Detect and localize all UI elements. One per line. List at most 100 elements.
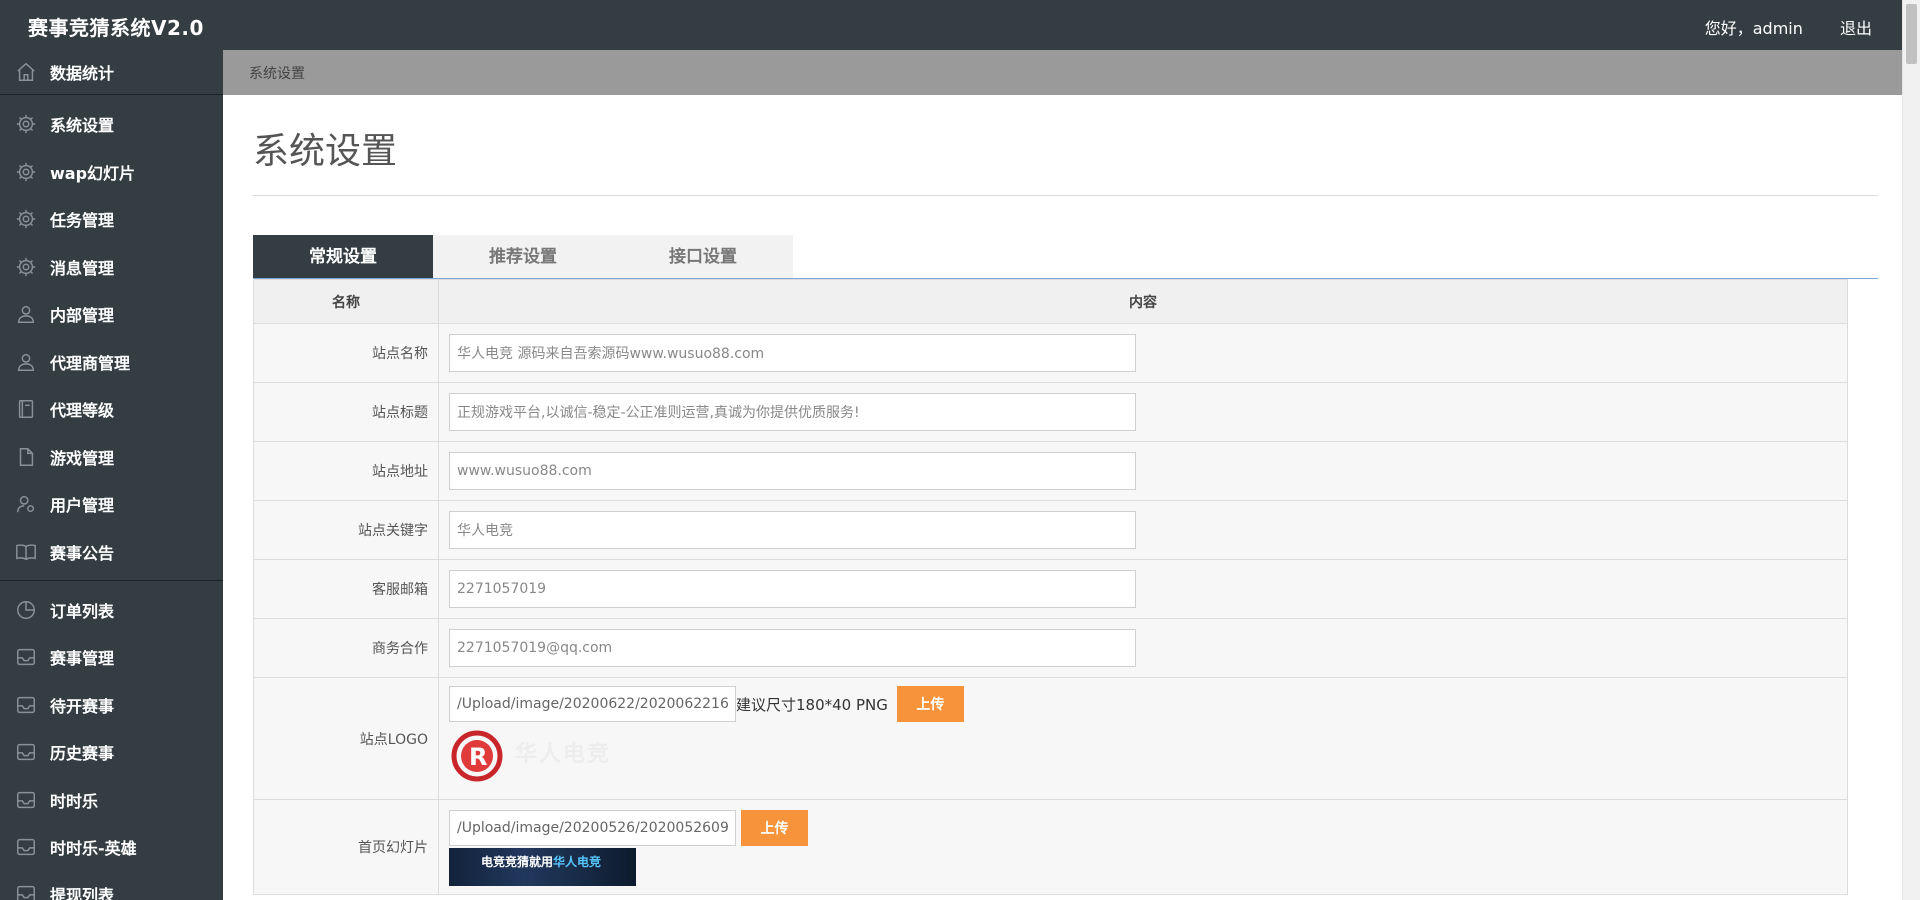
logo-preview-text: 华人电竞: [515, 742, 612, 767]
logo-emblem-icon: R: [451, 730, 503, 782]
sidebar-item-system-settings[interactable]: 系统设置: [0, 102, 223, 146]
tab-general-settings[interactable]: 常规设置: [253, 235, 433, 280]
site-title-input[interactable]: [449, 393, 1136, 431]
field-label-service-email: 客服邮箱: [253, 559, 439, 619]
file-icon: [14, 445, 38, 469]
table-header-row: 名称 内容: [253, 279, 1848, 324]
table-row: 站点关键字: [253, 500, 1848, 560]
app-title: 赛事竞猜系统V2.0: [28, 16, 204, 40]
inbox-icon: [14, 788, 38, 812]
user-area: 您好，admin 退出: [1673, 15, 1872, 39]
field-label-site-title: 站点标题: [253, 382, 439, 442]
column-header-content: 内容: [438, 279, 1848, 324]
sidebar-item-data-stats[interactable]: 数据统计: [0, 50, 223, 94]
sidebar-item-shishile[interactable]: 时时乐: [0, 778, 223, 822]
sidebar-item-upcoming-events[interactable]: 待开赛事: [0, 683, 223, 727]
sidebar-item-label: 订单列表: [50, 602, 115, 621]
sidebar-item-label: 代理等级: [50, 401, 115, 420]
tab-api-settings[interactable]: 接口设置: [613, 235, 793, 280]
slide-preview-text: 电竞竞猜就用: [481, 855, 554, 869]
site-name-input[interactable]: [449, 334, 1136, 372]
main-content: 系统设置 系统设置 常规设置 推荐设置 接口设置 名称 内容 站点名称 站点标题…: [223, 50, 1902, 900]
pie-chart-icon: [14, 598, 38, 622]
breadcrumb: 系统设置: [223, 50, 1902, 95]
sidebar-item-label: 游戏管理: [50, 449, 115, 468]
settings-table: 名称 内容 站点名称 站点标题 站点地址 站点关键字 客服邮箱 商务合作 站点L: [253, 279, 1848, 895]
logo-path-input[interactable]: [449, 686, 736, 722]
logo-upload-button[interactable]: 上传: [896, 686, 964, 722]
table-row: 站点地址: [253, 441, 1848, 501]
user-settings-icon: [14, 492, 38, 516]
column-header-name: 名称: [253, 279, 439, 324]
sidebar-item-user-management[interactable]: 用户管理: [0, 482, 223, 526]
sidebar-item-withdraw-list[interactable]: 提现列表: [0, 872, 223, 900]
business-input[interactable]: [449, 629, 1136, 667]
sidebar-item-label: 系统设置: [50, 116, 115, 135]
field-label-home-slide: 首页幻灯片: [253, 799, 439, 895]
table-row: 站点名称: [253, 323, 1848, 383]
sidebar-item-agent-management[interactable]: 代理商管理: [0, 340, 223, 384]
vertical-scrollbar[interactable]: [1902, 0, 1920, 900]
sidebar-item-wap-slides[interactable]: wap幻灯片: [0, 150, 223, 194]
sidebar-item-event-notices[interactable]: 赛事公告: [0, 530, 223, 574]
slide-upload-button[interactable]: 上传: [741, 810, 808, 846]
gear-icon: [14, 160, 38, 184]
sidebar-item-label: 时时乐-英雄: [50, 839, 137, 858]
sidebar-item-label: 任务管理: [50, 211, 115, 230]
book-icon: [14, 397, 38, 421]
sidebar: 数据统计 系统设置 wap幻灯片 任务管理 消息管理 内部管理 代理商管理 代理…: [0, 50, 223, 900]
inbox-icon: [14, 835, 38, 859]
gear-icon: [14, 112, 38, 136]
logo-preview: R 华人电竞: [449, 728, 639, 784]
sidebar-item-agent-levels[interactable]: 代理等级: [0, 387, 223, 431]
sidebar-item-label: 用户管理: [50, 496, 115, 515]
sidebar-item-history-events[interactable]: 历史赛事: [0, 730, 223, 774]
scrollbar-thumb[interactable]: [1906, 4, 1917, 64]
home-icon: [14, 60, 38, 84]
sidebar-item-shishile-hero[interactable]: 时时乐-英雄: [0, 825, 223, 869]
user-icon: [14, 302, 38, 326]
sidebar-divider: [0, 580, 223, 581]
field-label-site-logo: 站点LOGO: [253, 677, 439, 800]
inbox-icon: [14, 740, 38, 764]
slide-preview-highlight: 华人电竞: [553, 855, 602, 869]
sidebar-item-label: 消息管理: [50, 259, 115, 278]
site-url-input[interactable]: [449, 452, 1136, 490]
service-email-input[interactable]: [449, 570, 1136, 608]
sidebar-item-label: 待开赛事: [50, 697, 115, 716]
sidebar-item-message-management[interactable]: 消息管理: [0, 245, 223, 289]
field-label-site-keywords: 站点关键字: [253, 500, 439, 560]
table-row: 客服邮箱: [253, 559, 1848, 619]
sidebar-item-task-management[interactable]: 任务管理: [0, 197, 223, 241]
tab-recommend-settings[interactable]: 推荐设置: [433, 235, 613, 280]
gear-icon: [14, 207, 38, 231]
sidebar-divider: [0, 94, 223, 95]
table-row: 站点标题: [253, 382, 1848, 442]
sidebar-item-label: 赛事公告: [50, 544, 115, 563]
sidebar-item-label: 赛事管理: [50, 649, 115, 668]
slide-preview: 电竞竞猜就用华人电竞: [449, 848, 636, 886]
user-icon: [14, 350, 38, 374]
field-label-site-name: 站点名称: [253, 323, 439, 383]
logo-size-hint: 建议尺寸180*40 PNG: [736, 695, 888, 714]
field-label-business: 商务合作: [253, 618, 439, 678]
field-label-site-url: 站点地址: [253, 441, 439, 501]
logout-link[interactable]: 退出: [1840, 19, 1872, 38]
inbox-icon: [14, 645, 38, 669]
sidebar-item-game-management[interactable]: 游戏管理: [0, 435, 223, 479]
inbox-icon: [14, 693, 38, 717]
sidebar-item-order-list[interactable]: 订单列表: [0, 588, 223, 632]
sidebar-item-internal-management[interactable]: 内部管理: [0, 292, 223, 336]
slide-path-input[interactable]: [449, 810, 736, 846]
top-bar: 赛事竞猜系统V2.0 您好，admin 退出: [0, 0, 1902, 50]
title-divider: [253, 195, 1878, 196]
sidebar-item-event-management[interactable]: 赛事管理: [0, 635, 223, 679]
sidebar-item-label: 历史赛事: [50, 744, 115, 763]
sidebar-item-label: 提现列表: [50, 886, 115, 900]
gear-icon: [14, 255, 38, 279]
site-keywords-input[interactable]: [449, 511, 1136, 549]
sidebar-item-label: 代理商管理: [50, 354, 131, 373]
sidebar-item-label: 内部管理: [50, 306, 115, 325]
open-book-icon: [14, 540, 38, 564]
user-greeting: 您好，admin: [1704, 19, 1803, 38]
